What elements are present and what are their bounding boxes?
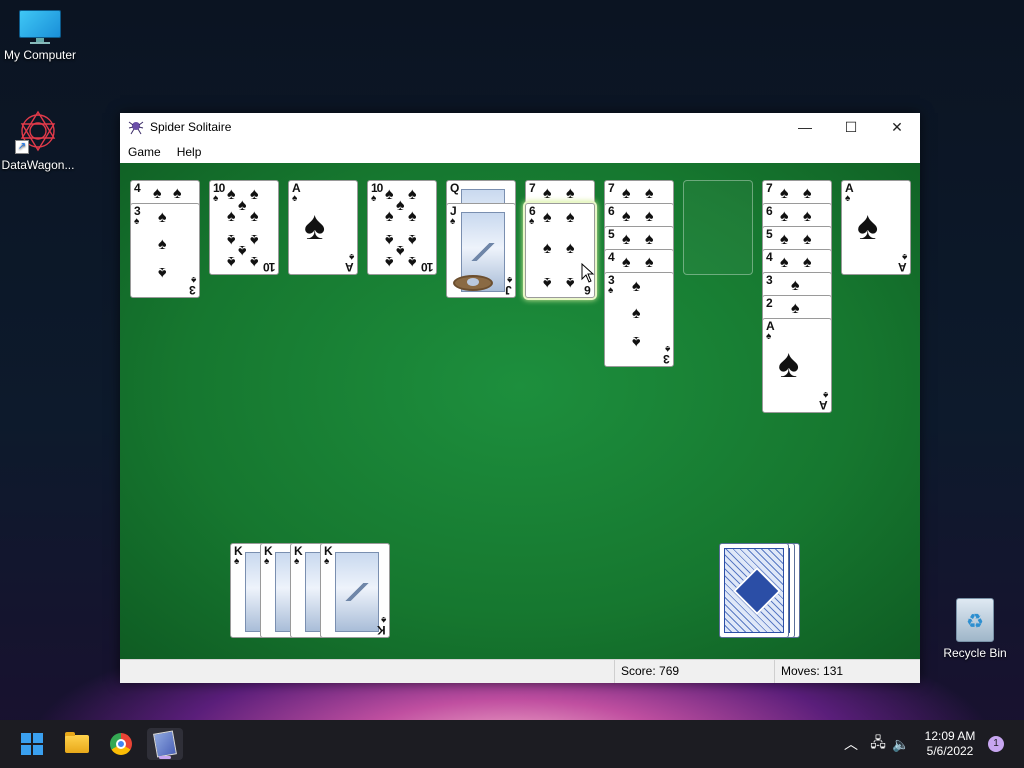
- desktop-icon-label: Recycle Bin: [943, 646, 1007, 660]
- card-jack-spades[interactable]: J ♠ J ♠: [446, 203, 516, 298]
- card-6-spades-selected[interactable]: 6 ♠ ♠ ♠ ♠ ♠ ♠ ♠ 6: [525, 203, 595, 298]
- card-face-art: [335, 552, 379, 632]
- menu-help[interactable]: Help: [169, 145, 210, 159]
- clock[interactable]: 12:09 AM 5/6/2022: [918, 729, 982, 759]
- title-bar[interactable]: Spider Solitaire — ☐ ✕: [120, 113, 920, 141]
- monitor-icon: [19, 10, 61, 44]
- desktop-icon-my-computer[interactable]: My Computer: [0, 10, 80, 62]
- card-3-spades[interactable]: 3 ♠ ♠ ♠ ♠ 3 ♠: [130, 203, 200, 298]
- taskbar: ︿ 🖧 🔈 12:09 AM 5/6/2022: [0, 720, 1024, 768]
- moves-label: Moves:: [781, 664, 820, 678]
- datawagon-logo-icon: ↗: [15, 108, 61, 154]
- empty-tableau-slot[interactable]: [683, 180, 753, 275]
- card-3-spades[interactable]: 3 ♠ ♠ ♠ ♠ 3 ♠: [604, 272, 674, 367]
- taskbar-chrome[interactable]: [103, 728, 139, 760]
- notification-badge[interactable]: 1: [988, 736, 1004, 752]
- desktop-icon-datawagon[interactable]: ↗ DataWagon...: [0, 108, 78, 172]
- spider-solitaire-window: Spider Solitaire — ☐ ✕ Game Help 4 ♠ ♠ 3…: [120, 113, 920, 683]
- system-tray: ︿ 🖧 🔈: [842, 720, 912, 768]
- score-display: Score: 769: [614, 660, 771, 683]
- moves-value: 131: [823, 664, 844, 678]
- game-board: 4 ♠ ♠ 3 ♠ ♠ ♠ ♠ 3 ♠ 10 ♠ ♠ ♠ ♠ ♠ ♠ ♠ ♠ ♠…: [120, 163, 920, 659]
- start-button[interactable]: [14, 728, 50, 760]
- card-10-spades[interactable]: 10 ♠ ♠ ♠ ♠ ♠ ♠ ♠ ♠ ♠ ♠ ♠ 10: [367, 180, 437, 275]
- completed-king-5: K ♠ K ♠: [320, 543, 390, 638]
- desktop-icon-label: My Computer: [3, 48, 77, 62]
- volume-icon[interactable]: 🔈: [890, 736, 912, 753]
- card-10-spades[interactable]: 10 ♠ ♠ ♠ ♠ ♠ ♠ ♠ ♠ ♠ ♠ ♠ 10: [209, 180, 279, 275]
- card-ace-spades[interactable]: A ♠ ♠ A ♠: [288, 180, 358, 275]
- solitaire-cards-icon: [153, 730, 177, 758]
- maximize-button[interactable]: ☐: [828, 113, 874, 141]
- mouse-cursor-icon: [581, 263, 595, 283]
- status-bar: Score: 769 Moves: 131: [120, 659, 920, 683]
- score-label: Score:: [621, 664, 656, 678]
- window-title: Spider Solitaire: [150, 120, 232, 134]
- score-value: 769: [659, 664, 680, 678]
- chrome-icon: [110, 733, 132, 755]
- menu-bar: Game Help: [120, 141, 920, 163]
- windows-logo-icon: [21, 733, 43, 755]
- network-icon[interactable]: 🖧: [866, 732, 890, 756]
- clock-date: 5/6/2022: [926, 744, 974, 758]
- taskbar-spider-solitaire[interactable]: [147, 728, 183, 760]
- menu-game[interactable]: Game: [120, 145, 169, 159]
- spider-app-icon: [128, 119, 144, 135]
- bird-nest-icon: [453, 275, 493, 291]
- card-ace-spades[interactable]: A ♠ ♠ A ♠: [841, 180, 911, 275]
- minimize-button[interactable]: —: [782, 113, 828, 141]
- folder-icon: [65, 732, 89, 753]
- clock-time: 12:09 AM: [924, 729, 976, 743]
- stock-pile-card-1[interactable]: [719, 543, 789, 638]
- desktop-icon-label: DataWagon...: [1, 158, 75, 172]
- taskbar-file-explorer[interactable]: [59, 728, 95, 760]
- card-ace-spades[interactable]: A ♠ ♠ A ♠: [762, 318, 832, 413]
- shortcut-arrow-icon: ↗: [15, 140, 29, 154]
- close-button[interactable]: ✕: [874, 113, 920, 141]
- chevron-up-icon[interactable]: ︿: [842, 734, 860, 754]
- desktop-icon-recycle-bin[interactable]: ♻ Recycle Bin: [935, 598, 1015, 660]
- moves-display: Moves: 131: [774, 660, 911, 683]
- recycle-bin-icon: ♻: [956, 598, 994, 642]
